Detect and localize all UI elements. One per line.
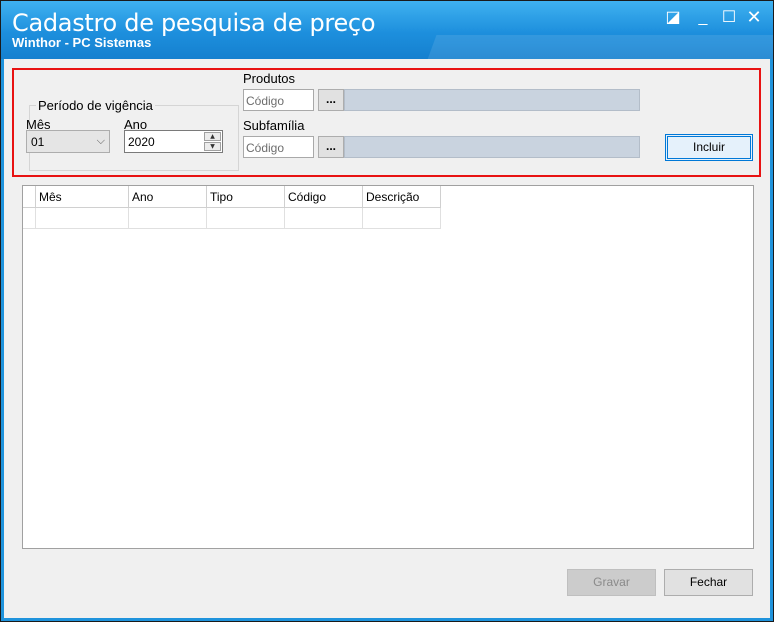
ano-spinner[interactable]: 2020 ▲ ▼ xyxy=(124,130,223,153)
title-bar[interactable]: Cadastro de pesquisa de preço Winthor - … xyxy=(1,1,773,59)
subfamilia-codigo-placeholder: Código xyxy=(246,141,285,155)
subfamilia-description-field xyxy=(344,136,640,158)
grid-row-indicator-header xyxy=(23,186,36,208)
grid-header-tipo[interactable]: Tipo xyxy=(207,186,285,208)
maximize-window-icon[interactable]: ☐ xyxy=(719,9,739,27)
grid-header-mes[interactable]: Mês xyxy=(36,186,129,208)
close-window-icon[interactable]: ✕ xyxy=(744,9,764,27)
form-client-area: Período de vigência Mês Ano 01 ⌵ 2020 ▲ … xyxy=(4,59,770,618)
mes-select[interactable]: 01 ⌵ xyxy=(26,130,110,153)
window-title: Cadastro de pesquisa de preço xyxy=(12,9,376,37)
title-bar-sheen xyxy=(425,35,773,59)
spin-up-icon[interactable]: ▲ xyxy=(204,132,221,141)
pesquisa-grid[interactable]: Mês Ano Tipo Código Descrição xyxy=(22,185,754,549)
window-subtitle: Winthor - PC Sistemas xyxy=(12,35,152,50)
produtos-label: Produtos xyxy=(243,71,296,86)
grid-cell-tipo[interactable] xyxy=(207,208,285,229)
mes-select-value: 01 xyxy=(31,135,45,149)
incluir-button[interactable]: Incluir xyxy=(665,134,753,161)
restore-window-icon[interactable]: ◪ xyxy=(663,9,683,27)
subfamilia-codigo-input[interactable]: Código xyxy=(243,136,314,158)
grid-header-codigo[interactable]: Código xyxy=(285,186,363,208)
subfamilia-browse-button[interactable]: ... xyxy=(318,136,344,158)
produtos-codigo-input[interactable]: Código xyxy=(243,89,314,111)
fechar-button[interactable]: Fechar xyxy=(664,569,753,596)
produtos-browse-button[interactable]: ... xyxy=(318,89,344,111)
chevron-down-icon: ⌵ xyxy=(96,134,105,147)
periodo-vigencia-legend: Período de vigência xyxy=(36,98,155,113)
grid-header-ano[interactable]: Ano xyxy=(129,186,207,208)
grid-row-indicator[interactable] xyxy=(23,208,36,229)
ano-spinner-buttons: ▲ ▼ xyxy=(204,132,221,151)
minimize-window-icon[interactable]: _ xyxy=(693,9,713,27)
grid-cell-descricao[interactable] xyxy=(363,208,441,229)
spin-down-icon[interactable]: ▼ xyxy=(204,142,221,151)
grid-header-descricao[interactable]: Descrição xyxy=(363,186,441,208)
gravar-button[interactable]: Gravar xyxy=(567,569,656,596)
grid-cell-ano[interactable] xyxy=(129,208,207,229)
produtos-codigo-placeholder: Código xyxy=(246,94,285,108)
ano-spinner-value: 2020 xyxy=(128,135,155,149)
grid-cell-mes[interactable] xyxy=(36,208,129,229)
produtos-description-field xyxy=(344,89,640,111)
grid-cell-codigo[interactable] xyxy=(285,208,363,229)
filter-highlight-box: Período de vigência Mês Ano 01 ⌵ 2020 ▲ … xyxy=(12,68,761,177)
subfamilia-label: Subfamília xyxy=(243,118,305,133)
app-window: Cadastro de pesquisa de preço Winthor - … xyxy=(0,0,774,622)
